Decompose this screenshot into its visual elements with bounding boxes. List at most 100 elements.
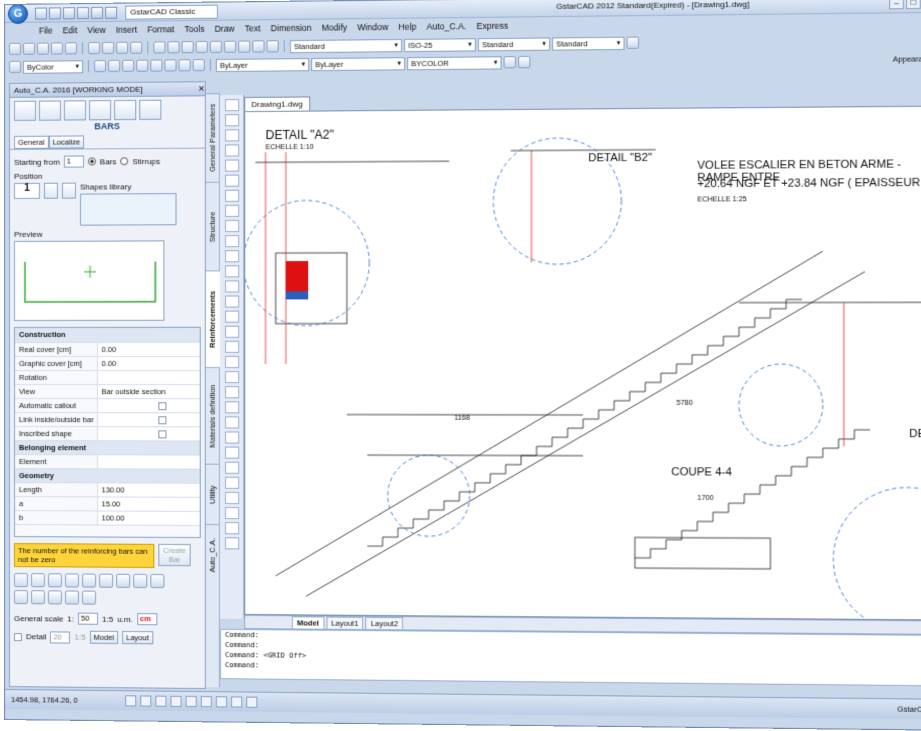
erase-icon[interactable] [224, 386, 238, 398]
polyline-icon[interactable] [108, 60, 120, 72]
tab-layout1[interactable]: Layout1 [326, 616, 363, 629]
preview-icon[interactable] [65, 42, 77, 54]
open-icon[interactable] [31, 573, 45, 587]
color-select[interactable]: ByColor [23, 60, 83, 74]
property-value[interactable] [97, 412, 200, 426]
print-icon[interactable] [51, 42, 63, 54]
maximize-button[interactable]: □ [906, 0, 921, 9]
property-value[interactable] [97, 426, 200, 440]
create-bar-button[interactable]: Create Bar [158, 544, 190, 566]
undo-icon[interactable] [153, 41, 165, 53]
circle-icon[interactable] [224, 190, 238, 202]
xline-icon[interactable] [224, 114, 238, 126]
line-icon[interactable] [94, 60, 106, 72]
property-row[interactable]: Graphic cover [cm]0.00 [15, 356, 200, 370]
match-properties-icon[interactable] [130, 42, 142, 54]
gradient-icon[interactable] [224, 326, 238, 338]
tab-model[interactable]: Model [292, 616, 324, 629]
section-icon[interactable] [39, 101, 61, 121]
model-button[interactable]: Model [90, 631, 119, 644]
menu-express[interactable]: Express [477, 21, 509, 31]
schedule-icon[interactable] [31, 590, 45, 604]
properties-icon[interactable] [238, 41, 250, 53]
design-center-icon[interactable] [252, 40, 264, 52]
menu-autoca[interactable]: Auto_C.A. [427, 21, 467, 32]
tab-structure[interactable]: Structure [206, 182, 220, 271]
position-input[interactable]: 1 [14, 183, 40, 199]
tab-localize[interactable]: Localize [49, 135, 85, 148]
bars-grid-icon[interactable] [89, 100, 111, 120]
trim-icon[interactable] [150, 574, 164, 588]
property-row[interactable]: a15.00 [15, 496, 200, 511]
tab-reinforcements[interactable]: Reinforcements [206, 270, 220, 367]
menu-modify[interactable]: Modify [322, 22, 348, 32]
tab-general[interactable]: General [14, 136, 49, 149]
line-icon[interactable] [224, 99, 238, 111]
model-space-icon[interactable] [231, 696, 242, 707]
polar-icon[interactable] [170, 696, 181, 707]
beam-icon[interactable] [64, 100, 86, 120]
layer-manager-icon[interactable] [9, 61, 21, 73]
property-section[interactable]: Construction [15, 328, 200, 342]
move-icon[interactable] [179, 59, 191, 71]
delete-icon[interactable] [65, 590, 79, 604]
radio-stirrups[interactable] [120, 157, 128, 165]
save-icon[interactable] [63, 7, 75, 19]
property-value[interactable]: 0.00 [97, 342, 200, 356]
property-value[interactable]: 15.00 [97, 496, 200, 511]
shapes-library-selector[interactable] [80, 193, 177, 226]
property-row[interactable]: b100.00 [15, 510, 200, 525]
drawing-canvas[interactable]: DETAIL "A2" ECHELLE 1:10 DETAIL "B2" VOL… [244, 106, 921, 621]
point-icon[interactable] [224, 296, 238, 308]
new-icon[interactable] [35, 7, 47, 19]
lineweight-icon[interactable] [518, 56, 530, 68]
document-tab[interactable]: Drawing1.dwg [244, 96, 310, 111]
panel-close-icon[interactable]: ✕ [198, 82, 205, 95]
table-mode-button[interactable] [14, 101, 36, 121]
pick-position-icon[interactable] [62, 183, 76, 199]
property-value[interactable]: 130.00 [97, 482, 200, 496]
pan-icon[interactable] [182, 41, 194, 53]
zoom-icon[interactable] [196, 41, 208, 53]
property-row[interactable]: Length130.00 [15, 482, 200, 497]
radio-bars[interactable] [88, 157, 96, 165]
general-scale-input[interactable]: 50 [78, 613, 98, 625]
hatch-icon[interactable] [224, 311, 238, 323]
ortho-icon[interactable] [155, 696, 166, 707]
ellipse-icon[interactable] [224, 235, 238, 247]
tab-general-parameters[interactable]: General Parameters [206, 93, 220, 182]
position-up-icon[interactable] [44, 183, 58, 199]
mtext-icon[interactable] [224, 371, 238, 383]
array-icon[interactable] [224, 447, 238, 459]
menu-dimension[interactable]: Dimension [271, 23, 312, 34]
dynamic-input-icon[interactable] [246, 697, 257, 708]
open-icon[interactable] [49, 7, 61, 19]
paste-icon[interactable] [116, 42, 128, 54]
rectangle-icon[interactable] [150, 59, 162, 71]
mesh-icon[interactable] [139, 100, 161, 120]
region-icon[interactable] [224, 341, 238, 353]
app-logo-icon[interactable]: G [8, 3, 28, 23]
help-icon[interactable] [627, 37, 639, 49]
insert-block-icon[interactable] [224, 265, 238, 277]
unit-select[interactable]: cm [137, 613, 157, 625]
menu-view[interactable]: View [87, 25, 105, 35]
menu-file[interactable]: File [39, 25, 53, 35]
redo-icon[interactable] [105, 6, 117, 18]
detail-checkbox[interactable] [14, 633, 22, 641]
property-value[interactable]: Bar outside section [97, 384, 200, 398]
menu-draw[interactable]: Draw [215, 24, 235, 34]
print-icon[interactable] [77, 7, 89, 19]
copy-icon[interactable] [102, 42, 114, 54]
tab-layout2[interactable]: Layout2 [366, 616, 404, 629]
osnap-icon[interactable] [186, 696, 197, 707]
ellipse-arc-icon[interactable] [224, 250, 238, 262]
command-window[interactable]: Command: Command: Command: <GRID Off> Co… [220, 629, 921, 687]
property-checkbox[interactable] [158, 402, 166, 410]
pen-icon[interactable] [116, 574, 130, 588]
scale-icon[interactable] [224, 492, 238, 504]
menu-window[interactable]: Window [357, 22, 388, 32]
layout-button[interactable]: Layout [122, 631, 153, 644]
property-row[interactable]: Real cover [cm]0.00 [15, 342, 200, 356]
property-section[interactable]: Belonging element [15, 440, 200, 455]
